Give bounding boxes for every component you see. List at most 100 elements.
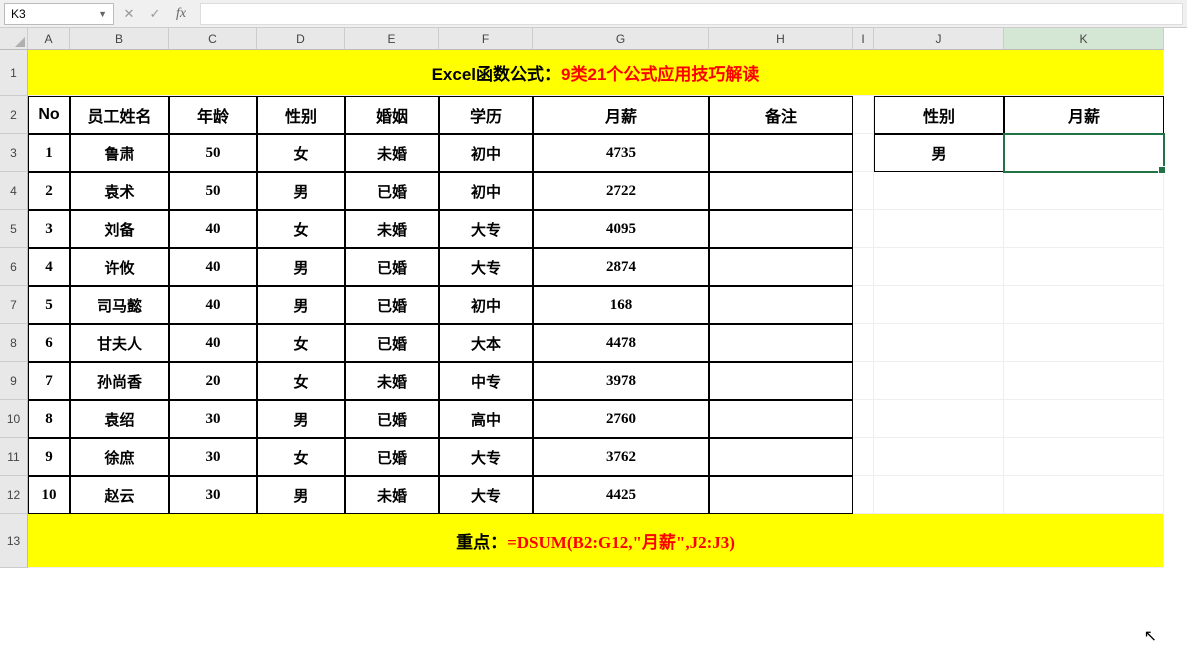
cell-K4[interactable]: [1004, 172, 1164, 210]
col-header-H[interactable]: H: [709, 28, 853, 50]
cell-K5[interactable]: [1004, 210, 1164, 248]
cell-A4[interactable]: 2: [28, 172, 70, 210]
header-salary[interactable]: 月薪: [533, 96, 709, 134]
row-header-11[interactable]: 11: [0, 438, 28, 476]
row-header-9[interactable]: 9: [0, 362, 28, 400]
cell-B7[interactable]: 司马懿: [70, 286, 169, 324]
cell-F3[interactable]: 初中: [439, 134, 533, 172]
cell-H7[interactable]: [709, 286, 853, 324]
cell-H12[interactable]: [709, 476, 853, 514]
cell-I8[interactable]: [853, 324, 874, 362]
header-marriage[interactable]: 婚姻: [345, 96, 439, 134]
cell-B6[interactable]: 许攸: [70, 248, 169, 286]
cell-G3[interactable]: 4735: [533, 134, 709, 172]
cell-A7[interactable]: 5: [28, 286, 70, 324]
cell-C8[interactable]: 40: [169, 324, 257, 362]
cell-A8[interactable]: 6: [28, 324, 70, 362]
select-all-corner[interactable]: [0, 28, 28, 50]
cell-E3[interactable]: 未婚: [345, 134, 439, 172]
col-header-G[interactable]: G: [533, 28, 709, 50]
cell-F12[interactable]: 大专: [439, 476, 533, 514]
cell-G11[interactable]: 3762: [533, 438, 709, 476]
header-gender[interactable]: 性别: [257, 96, 345, 134]
cell-H4[interactable]: [709, 172, 853, 210]
cell-C6[interactable]: 40: [169, 248, 257, 286]
cell-I4[interactable]: [853, 172, 874, 210]
col-header-C[interactable]: C: [169, 28, 257, 50]
cell-B11[interactable]: 徐庶: [70, 438, 169, 476]
cell-I10[interactable]: [853, 400, 874, 438]
cell-D7[interactable]: 男: [257, 286, 345, 324]
cell-G9[interactable]: 3978: [533, 362, 709, 400]
cell-B4[interactable]: 袁术: [70, 172, 169, 210]
cell-E7[interactable]: 已婚: [345, 286, 439, 324]
cell-E5[interactable]: 未婚: [345, 210, 439, 248]
cell-D12[interactable]: 男: [257, 476, 345, 514]
row-header-13[interactable]: 13: [0, 514, 28, 568]
cell-B9[interactable]: 孙尚香: [70, 362, 169, 400]
cell-J8[interactable]: [874, 324, 1004, 362]
confirm-icon[interactable]: ✓: [144, 3, 166, 25]
cell-H8[interactable]: [709, 324, 853, 362]
cancel-icon[interactable]: ✕: [118, 3, 140, 25]
cell-G7[interactable]: 168: [533, 286, 709, 324]
row-header-4[interactable]: 4: [0, 172, 28, 210]
cell-J3[interactable]: 男: [874, 134, 1004, 172]
row-header-10[interactable]: 10: [0, 400, 28, 438]
cell-C12[interactable]: 30: [169, 476, 257, 514]
cell-A9[interactable]: 7: [28, 362, 70, 400]
cell-D3[interactable]: 女: [257, 134, 345, 172]
cell-F4[interactable]: 初中: [439, 172, 533, 210]
cell-C3[interactable]: 50: [169, 134, 257, 172]
cell-K12[interactable]: [1004, 476, 1164, 514]
col-header-K[interactable]: K: [1004, 28, 1164, 50]
row-header-1[interactable]: 1: [0, 50, 28, 96]
footer-banner[interactable]: 重点： =DSUM(B2:G12,"月薪",J2:J3): [28, 514, 1164, 568]
cell-F7[interactable]: 初中: [439, 286, 533, 324]
cell-D8[interactable]: 女: [257, 324, 345, 362]
cell-F11[interactable]: 大专: [439, 438, 533, 476]
cell-D11[interactable]: 女: [257, 438, 345, 476]
cell-C4[interactable]: 50: [169, 172, 257, 210]
cell-B3[interactable]: 鲁肃: [70, 134, 169, 172]
cell-I9[interactable]: [853, 362, 874, 400]
row-header-5[interactable]: 5: [0, 210, 28, 248]
cell-E11[interactable]: 已婚: [345, 438, 439, 476]
cell-F8[interactable]: 大本: [439, 324, 533, 362]
cell-I11[interactable]: [853, 438, 874, 476]
cell-E9[interactable]: 未婚: [345, 362, 439, 400]
cell-B5[interactable]: 刘备: [70, 210, 169, 248]
cell-G10[interactable]: 2760: [533, 400, 709, 438]
header-crit-salary[interactable]: 月薪: [1004, 96, 1164, 134]
cell-J7[interactable]: [874, 286, 1004, 324]
cell-H11[interactable]: [709, 438, 853, 476]
cell-E4[interactable]: 已婚: [345, 172, 439, 210]
cell-H10[interactable]: [709, 400, 853, 438]
formula-input[interactable]: [200, 3, 1183, 25]
col-header-A[interactable]: A: [28, 28, 70, 50]
cell-A5[interactable]: 3: [28, 210, 70, 248]
cell-F9[interactable]: 中专: [439, 362, 533, 400]
cell-I3[interactable]: [853, 134, 874, 172]
cell-F6[interactable]: 大专: [439, 248, 533, 286]
cell-H3[interactable]: [709, 134, 853, 172]
row-header-12[interactable]: 12: [0, 476, 28, 514]
cell-E10[interactable]: 已婚: [345, 400, 439, 438]
cell-G12[interactable]: 4425: [533, 476, 709, 514]
cell-C10[interactable]: 30: [169, 400, 257, 438]
cell-H9[interactable]: [709, 362, 853, 400]
header-no[interactable]: No: [28, 96, 70, 134]
row-header-6[interactable]: 6: [0, 248, 28, 286]
cell-A12[interactable]: 10: [28, 476, 70, 514]
cell-I5[interactable]: [853, 210, 874, 248]
col-header-E[interactable]: E: [345, 28, 439, 50]
cell-E6[interactable]: 已婚: [345, 248, 439, 286]
cell-K9[interactable]: [1004, 362, 1164, 400]
cell-J6[interactable]: [874, 248, 1004, 286]
fx-button[interactable]: fx: [170, 3, 192, 25]
cell-I12[interactable]: [853, 476, 874, 514]
cell-B8[interactable]: 甘夫人: [70, 324, 169, 362]
cell-D5[interactable]: 女: [257, 210, 345, 248]
cell-H5[interactable]: [709, 210, 853, 248]
col-header-F[interactable]: F: [439, 28, 533, 50]
